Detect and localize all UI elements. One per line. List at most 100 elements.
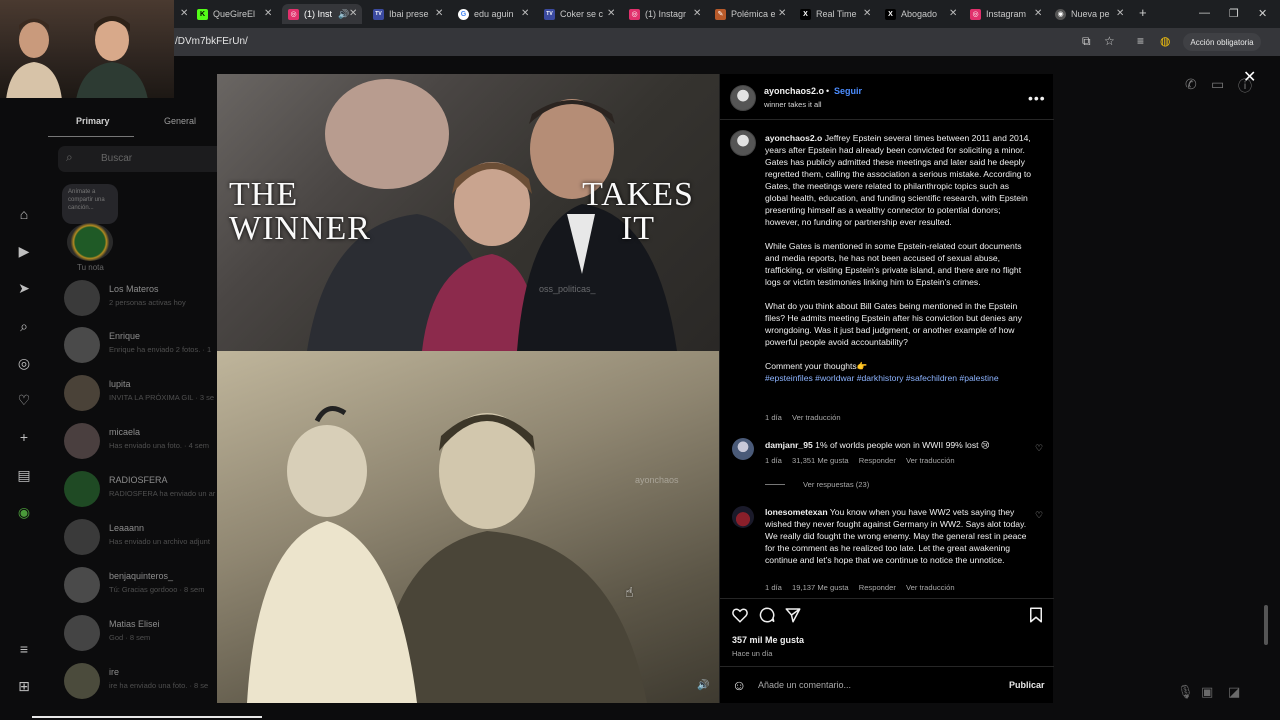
mute-toggle-icon[interactable]: 🔊 — [697, 680, 709, 691]
action-required-button[interactable]: Acción obligatoria — [1183, 33, 1261, 51]
page-scrollbar[interactable] — [1264, 605, 1268, 645]
caption-avatar[interactable] — [730, 130, 756, 156]
commenter-avatar[interactable] — [732, 506, 754, 528]
add-comment-input[interactable]: Añade un comentario... — [758, 680, 851, 690]
inbox-search-input[interactable] — [58, 146, 228, 172]
chat-name[interactable]: RADIOSFERA — [109, 475, 168, 485]
chat-avatar[interactable] — [64, 615, 100, 651]
tab-primary[interactable]: Primary — [76, 116, 110, 126]
dashboard-icon[interactable]: ▤ — [15, 466, 33, 484]
image-icon[interactable]: ▣ — [1201, 684, 1213, 700]
browser-tab[interactable]: TV Ibai prese — [373, 4, 435, 24]
browser-tab[interactable]: X Abogado — [885, 4, 945, 24]
share-send-icon[interactable] — [784, 606, 802, 624]
install-app-icon[interactable]: ⧉ — [1082, 34, 1091, 49]
caption-translate-link[interactable]: Ver traducción — [792, 413, 841, 422]
close-tab-icon[interactable]: ✕ — [863, 8, 871, 19]
apps-icon[interactable]: ⊞ — [15, 677, 33, 695]
chat-avatar[interactable] — [64, 567, 100, 603]
close-tab-icon[interactable]: ✕ — [1034, 8, 1042, 19]
comment-like-icon[interactable]: ♡ — [1035, 510, 1043, 521]
chat-avatar[interactable] — [64, 375, 100, 411]
explore-icon[interactable]: ◎ — [15, 354, 33, 372]
restore-icon[interactable]: ❐ — [1229, 7, 1239, 20]
browser-tab[interactable]: ◎ (1) Instagr — [629, 4, 695, 24]
meta-ai-icon[interactable]: ◉ — [15, 503, 33, 521]
chat-avatar[interactable] — [64, 327, 100, 363]
browser-tab[interactable]: X Real Time — [800, 4, 860, 24]
comment-like-count[interactable]: 19,137 Me gusta — [792, 583, 849, 592]
chat-name[interactable]: lupita — [109, 379, 131, 389]
chat-avatar[interactable] — [64, 519, 100, 555]
chat-name[interactable]: benjaquinteros_ — [109, 571, 173, 581]
chat-avatar[interactable] — [64, 471, 100, 507]
chat-name[interactable]: Enrique — [109, 331, 140, 341]
close-tab-icon[interactable]: ✕ — [349, 8, 357, 19]
close-tab-icon[interactable]: ✕ — [778, 8, 786, 19]
new-tab-button[interactable]: + — [1139, 5, 1147, 20]
minimize-icon[interactable]: — — [1199, 7, 1210, 19]
microphone-icon[interactable]: 🎙 — [1177, 684, 1194, 700]
browser-tab[interactable]: ◉ Nueva pe — [1055, 4, 1115, 24]
view-replies-button[interactable]: Ver respuestas (23) — [765, 480, 869, 489]
close-tab-icon[interactable]: ✕ — [1116, 8, 1124, 19]
profile-icon[interactable]: ◍ — [1160, 34, 1170, 48]
url-field[interactable]: /DVm7bkFErUn/ — [175, 36, 248, 47]
like-count[interactable]: 357 mil Me gusta — [732, 635, 804, 645]
close-tab-icon[interactable]: ✕ — [180, 8, 188, 19]
comment-like-count[interactable]: 31,351 Me gusta — [792, 456, 849, 465]
close-tab-icon[interactable]: ✕ — [435, 8, 443, 19]
publish-button[interactable]: Publicar — [1009, 680, 1045, 690]
tab-general[interactable]: General — [164, 116, 196, 126]
comment-username[interactable]: damjanr_95 — [765, 440, 813, 450]
like-heart-icon[interactable] — [731, 606, 749, 624]
browser-tab[interactable]: ✎ Polémica e — [715, 4, 775, 24]
reel-video[interactable]: THE WINNER TAKES IT oss_politicas_ ayonc… — [217, 74, 719, 703]
window-close-icon[interactable]: ✕ — [1258, 7, 1267, 20]
close-tab-icon[interactable]: ✕ — [693, 8, 701, 19]
comment-username[interactable]: lonesometexan — [765, 507, 828, 517]
browser-tab[interactable]: G edu aguin — [458, 4, 528, 24]
chat-name[interactable]: micaela — [109, 427, 140, 437]
emoji-icon[interactable]: ☺ — [732, 677, 746, 693]
sticker-icon[interactable]: ◪ — [1228, 684, 1240, 700]
more-options-icon[interactable]: ••• — [1028, 90, 1046, 106]
chat-name[interactable]: Matias Elisei — [109, 619, 160, 629]
audio-title[interactable]: winner takes it all — [764, 100, 822, 109]
close-modal-icon[interactable]: ✕ — [1243, 67, 1256, 87]
caption-username[interactable]: ayonchaos2.o — [765, 133, 822, 143]
comment-translate-link[interactable]: Ver traducción — [906, 456, 955, 465]
chat-avatar[interactable] — [64, 280, 100, 316]
notifications-icon[interactable]: ♡ — [15, 391, 33, 409]
phone-icon[interactable]: ✆ — [1185, 76, 1197, 93]
chat-avatar[interactable] — [64, 423, 100, 459]
close-tab-icon[interactable]: ✕ — [264, 8, 272, 19]
comment-like-icon[interactable]: ♡ — [1035, 443, 1043, 454]
author-avatar[interactable] — [730, 85, 756, 111]
chat-name[interactable]: Leaaann — [109, 523, 144, 533]
create-icon[interactable]: + — [15, 428, 33, 446]
browser-tab[interactable]: K QueGireEl — [197, 4, 267, 24]
save-bookmark-icon[interactable] — [1027, 606, 1045, 624]
comment-reply-link[interactable]: Responder — [859, 583, 896, 592]
more-menu-icon[interactable]: ≡ — [15, 640, 33, 658]
comment-bubble-icon[interactable] — [758, 606, 776, 624]
comment-translate-link[interactable]: Ver traducción — [906, 583, 955, 592]
search-icon[interactable]: ⌕ — [15, 317, 33, 335]
close-tab-icon[interactable]: ✕ — [949, 8, 957, 19]
video-call-icon[interactable]: ▭ — [1211, 76, 1224, 93]
close-tab-icon[interactable]: ✕ — [607, 8, 615, 19]
commenter-avatar[interactable] — [732, 438, 754, 460]
chat-name[interactable]: Los Materos — [109, 284, 159, 294]
follow-button[interactable]: Seguir — [834, 86, 862, 96]
browser-tab[interactable]: ◎ Instagram — [970, 4, 1038, 24]
reading-list-icon[interactable]: ≡ — [1137, 34, 1144, 48]
close-tab-icon[interactable]: ✕ — [521, 8, 529, 19]
reels-icon[interactable]: ▶ — [15, 242, 33, 260]
speaker-icon[interactable]: 🔊 — [338, 9, 349, 20]
note-bubble[interactable]: Anímate a compartir una canción... — [62, 184, 118, 224]
comment-reply-link[interactable]: Responder — [859, 456, 896, 465]
author-username[interactable]: ayonchaos2.o — [764, 86, 824, 96]
browser-tab[interactable]: TV Coker se c — [544, 4, 606, 24]
direct-icon[interactable]: ➤ — [15, 279, 33, 297]
